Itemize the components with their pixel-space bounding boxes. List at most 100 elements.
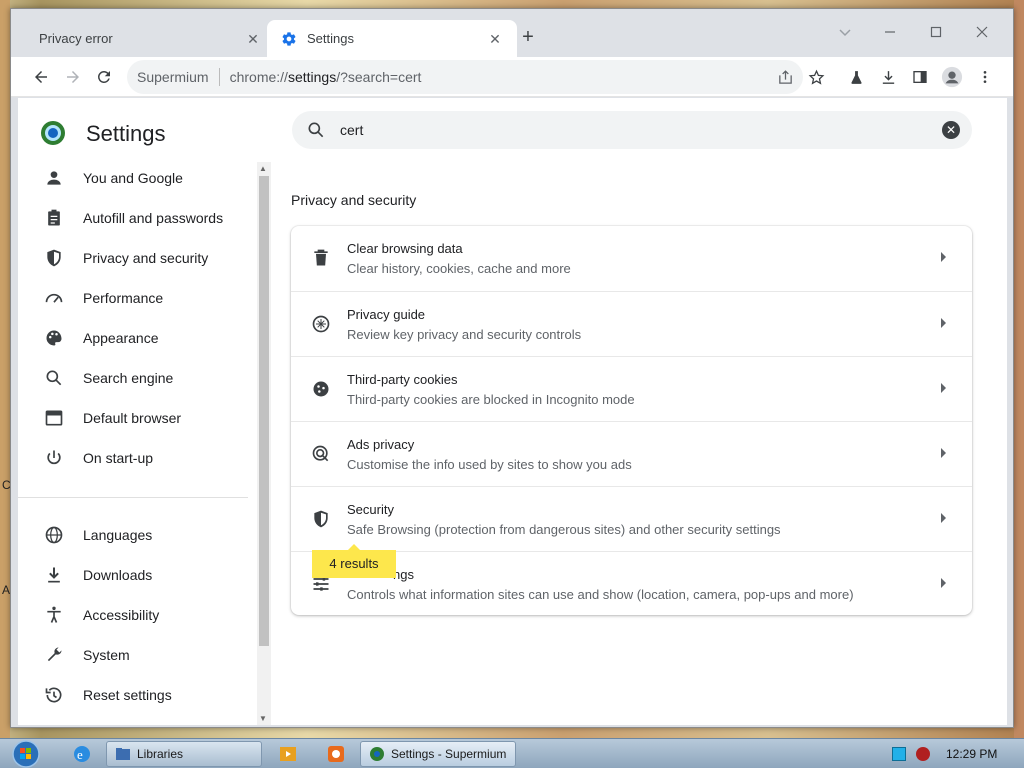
sidebar-scrollbar[interactable]: ▲ ▼	[257, 162, 271, 725]
row-ads-privacy[interactable]: Ads privacy Customise the info used by s…	[291, 421, 972, 486]
history-icon	[45, 687, 62, 703]
row-subtitle: Controls what information sites can use …	[347, 587, 854, 602]
maximize-icon[interactable]	[921, 17, 951, 47]
settings-sidebar: You and Google Autofill and passwords Pr…	[18, 158, 258, 725]
shield-icon	[314, 510, 328, 528]
row-subtitle: Safe Browsing (protection from dangerous…	[347, 522, 781, 537]
media-player-icon[interactable]	[270, 742, 306, 766]
scrollbar-thumb[interactable]	[259, 176, 269, 646]
sidebar-item-appearance[interactable]: Appearance	[18, 318, 258, 358]
close-icon[interactable]	[967, 17, 997, 47]
side-panel-icon[interactable]	[906, 63, 934, 91]
forward-button[interactable]	[59, 63, 87, 91]
desktop-left-edge	[0, 0, 10, 740]
network-icon[interactable]	[892, 747, 906, 761]
arrow-right-icon	[941, 252, 946, 262]
new-tab-button[interactable]: +	[516, 26, 540, 50]
reload-button[interactable]	[90, 63, 118, 91]
trash-icon	[314, 249, 328, 266]
accessibility-icon	[47, 606, 61, 623]
search-results-bubble: 4 results	[312, 544, 396, 578]
row-third-party-cookies[interactable]: Third-party cookies Third-party cookies …	[291, 356, 972, 421]
menu-icon[interactable]	[971, 63, 999, 91]
sidebar-item-performance[interactable]: Performance	[18, 278, 258, 318]
start-button[interactable]	[8, 739, 44, 768]
palette-icon	[46, 330, 62, 346]
security-tray-icon[interactable]	[916, 747, 930, 761]
arrow-right-icon	[67, 71, 79, 83]
sidebar-item-search-engine[interactable]: Search engine	[18, 358, 258, 398]
share-icon[interactable]	[771, 63, 799, 91]
site-name: Supermium	[137, 69, 209, 85]
minimize-icon[interactable]	[875, 17, 905, 47]
download-icon[interactable]	[874, 63, 902, 91]
clipboard-icon	[48, 209, 60, 226]
profile-icon[interactable]	[938, 63, 966, 91]
gear-icon	[282, 31, 296, 46]
sidebar-item-privacy[interactable]: Privacy and security	[18, 238, 258, 278]
taskbar-button-label: Libraries	[137, 747, 184, 761]
settings-page: Settings cert ✕ You and Google Autofill …	[18, 98, 1007, 725]
sidebar-item-label: Languages	[83, 527, 153, 543]
supermium-logo-icon	[41, 121, 65, 145]
search-icon	[46, 370, 62, 386]
internet-explorer-icon[interactable]: e	[64, 742, 100, 766]
close-icon[interactable]: ✕	[245, 31, 261, 47]
sidebar-item-autofill[interactable]: Autofill and passwords	[18, 198, 258, 238]
app-icon[interactable]	[318, 742, 354, 766]
wrench-icon	[47, 647, 62, 662]
row-security[interactable]: Security Safe Browsing (protection from …	[291, 486, 972, 551]
sidebar-item-accessibility[interactable]: Accessibility	[18, 595, 258, 635]
chevron-down-icon[interactable]	[830, 17, 860, 47]
arrow-right-icon	[941, 513, 946, 523]
sidebar-item-default-browser[interactable]: Default browser	[18, 398, 258, 438]
sidebar-item-system[interactable]: System	[18, 635, 258, 675]
sidebar-item-reset[interactable]: Reset settings	[18, 675, 258, 715]
sidebar-item-label: Autofill and passwords	[83, 210, 224, 226]
clock[interactable]: 12:29 PM	[946, 747, 997, 761]
row-privacy-guide[interactable]: Privacy guide Review key privacy and sec…	[291, 291, 972, 356]
sidebar-item-downloads[interactable]: Downloads	[18, 555, 258, 595]
clear-search-icon[interactable]: ✕	[942, 121, 960, 139]
scroll-down-icon[interactable]: ▼	[259, 714, 267, 723]
sidebar-item-on-startup[interactable]: On start-up	[18, 438, 258, 478]
row-subtitle: Third-party cookies are blocked in Incog…	[347, 392, 635, 407]
sidebar-item-languages[interactable]: Languages	[18, 515, 258, 555]
desktop-edge-letter: A	[2, 583, 11, 597]
close-icon[interactable]: ✕	[487, 31, 503, 47]
taskbar-button-label: Settings - Supermium	[391, 747, 507, 761]
search-input[interactable]: cert	[340, 122, 942, 138]
sidebar-item-you-and-google[interactable]: You and Google	[18, 158, 258, 198]
back-button[interactable]	[27, 63, 55, 91]
reload-icon	[97, 70, 110, 83]
url-path: /?search=cert	[336, 69, 422, 85]
globe-icon	[45, 526, 63, 544]
row-subtitle: Customise the info used by sites to show…	[347, 457, 632, 472]
labs-icon[interactable]	[842, 63, 870, 91]
scroll-up-icon[interactable]: ▲	[259, 164, 267, 173]
star-icon[interactable]	[802, 63, 830, 91]
ads-icon	[312, 445, 329, 462]
gauge-icon	[45, 293, 63, 303]
row-title: Third-party cookies	[347, 372, 458, 387]
sidebar-item-label: System	[83, 647, 130, 663]
taskbar-supermium-button[interactable]: Settings - Supermium	[360, 741, 516, 767]
tab-strip: Privacy error ✕ Settings ✕ +	[11, 9, 1013, 57]
section-title: Privacy and security	[291, 192, 417, 208]
taskbar: e Libraries Settings - Supermium 12:29 P…	[0, 738, 1024, 768]
search-icon	[308, 122, 324, 138]
tab-privacy-error[interactable]: Privacy error ✕	[25, 20, 275, 57]
divider	[218, 68, 220, 86]
cookie-icon	[313, 381, 329, 397]
sidebar-item-label: Appearance	[83, 330, 159, 346]
row-clear-browsing-data[interactable]: Clear browsing data Clear history, cooki…	[291, 226, 972, 291]
download-icon	[48, 567, 60, 583]
svg-text:e: e	[77, 747, 83, 762]
settings-search-bar[interactable]: cert ✕	[292, 111, 972, 149]
page-title: Settings	[86, 121, 166, 146]
sidebar-item-label: Accessibility	[83, 607, 160, 623]
taskbar-libraries-button[interactable]: Libraries	[106, 741, 262, 767]
url-host: settings	[287, 69, 337, 85]
address-bar[interactable]: Supermium chrome://settings/?search=cert	[127, 60, 803, 94]
tab-settings[interactable]: Settings ✕	[267, 20, 517, 57]
